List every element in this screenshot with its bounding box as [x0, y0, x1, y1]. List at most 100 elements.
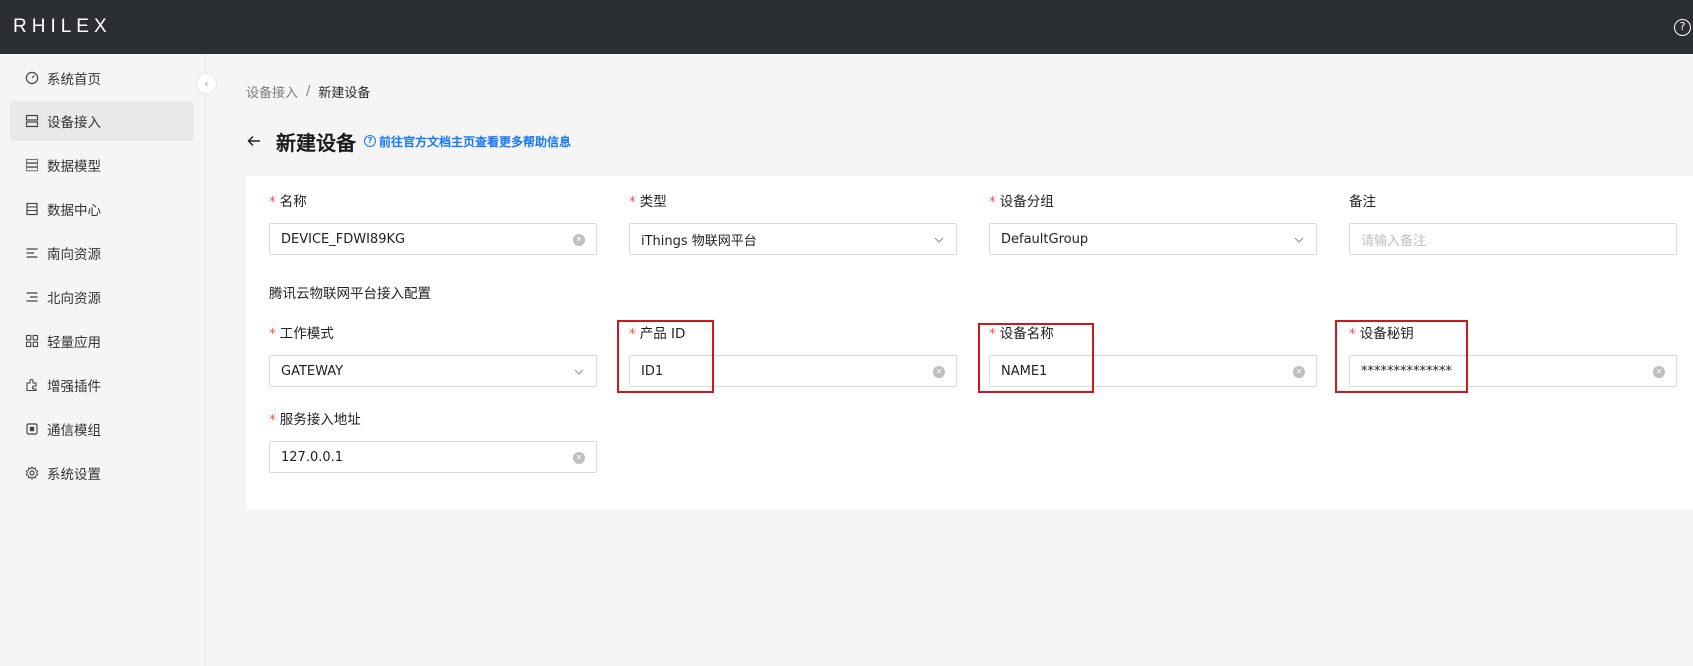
- name-field: * 名称 DEVICE_FDWI89KG ✕: [269, 192, 597, 255]
- group-select[interactable]: DefaultGroup: [989, 223, 1317, 255]
- chevron-down-icon: [934, 237, 944, 243]
- chip-icon: [25, 422, 39, 436]
- mode-value: GATEWAY: [281, 363, 344, 379]
- remark-label: 备注: [1349, 194, 1376, 210]
- name-label: 名称: [279, 194, 307, 210]
- app-logo[interactable]: RHILEX: [13, 16, 112, 38]
- sidebar-item-label: 北向资源: [47, 291, 101, 307]
- name-value: DEVICE_FDWI89KG: [281, 231, 406, 247]
- help-icon[interactable]: ?: [1674, 19, 1691, 36]
- breadcrumb-parent[interactable]: 设备接入: [246, 82, 298, 101]
- required-mark: *: [269, 326, 276, 342]
- clear-icon[interactable]: ✕: [573, 452, 585, 464]
- server-label: 服务接入地址: [279, 412, 361, 428]
- sidebar-item-label: 系统设置: [47, 467, 101, 483]
- chevron-down-icon: [574, 369, 584, 375]
- required-mark: *: [269, 412, 276, 428]
- sidebar-item-apps[interactable]: 轻量应用: [10, 321, 194, 361]
- mode-label: 工作模式: [279, 326, 334, 342]
- sidebar-item-label: 通信模组: [47, 423, 101, 439]
- type-label: 类型: [639, 194, 667, 210]
- product-id-label: 产品 ID: [639, 326, 686, 342]
- remark-placeholder: 请输入备注: [1361, 233, 1427, 249]
- section-title: 腾讯云物联网平台接入配置: [269, 286, 431, 302]
- main-content: 设备接入 / 新建设备 新建设备 ? 前往官方文档主页查看更多帮助信息 * 名称 …: [207, 54, 1693, 666]
- required-mark: *: [629, 326, 636, 342]
- table-icon: [25, 202, 39, 216]
- type-select[interactable]: iThings 物联网平台: [629, 223, 957, 255]
- name-input[interactable]: DEVICE_FDWI89KG ✕: [269, 223, 597, 255]
- sidebar-item-devices[interactable]: 设备接入: [10, 101, 194, 141]
- sidebar-item-label: 轻量应用: [47, 335, 101, 351]
- device-secret-label: 设备秘钥: [1359, 326, 1414, 342]
- device-name-field: * 设备名称 NAME1 ✕: [989, 324, 1317, 387]
- top-header: RHILEX ?: [0, 0, 1693, 54]
- clear-icon[interactable]: ✕: [1293, 366, 1305, 378]
- sidebar-item-label: 数据模型: [47, 159, 101, 175]
- device-name-input[interactable]: NAME1 ✕: [989, 355, 1317, 387]
- chevron-down-icon: [1294, 237, 1304, 243]
- sidebar-item-label: 增强插件: [47, 379, 101, 395]
- sidebar-item-north[interactable]: 北向资源: [10, 277, 194, 317]
- sidebar-item-label: 南向资源: [47, 247, 101, 263]
- align-left-icon: [25, 246, 39, 260]
- database-icon: [25, 158, 39, 172]
- sidebar-item-plugins[interactable]: 增强插件: [10, 365, 194, 405]
- docs-help-text: 前往官方文档主页查看更多帮助信息: [379, 134, 572, 149]
- sidebar-item-home[interactable]: 系统首页: [10, 58, 194, 98]
- sidebar-item-label: 系统首页: [47, 72, 101, 88]
- dashboard-icon: [25, 71, 39, 85]
- page-header: 新建设备 ? 前往官方文档主页查看更多帮助信息: [246, 126, 571, 156]
- mode-field: * 工作模式 GATEWAY: [269, 324, 597, 387]
- mode-select[interactable]: GATEWAY: [269, 355, 597, 387]
- product-id-input[interactable]: ID1 ✕: [629, 355, 957, 387]
- plugin-icon: [25, 378, 39, 392]
- sidebar-item-settings[interactable]: 系统设置: [10, 453, 194, 493]
- breadcrumb-current: 新建设备: [318, 86, 371, 101]
- device-secret-input[interactable]: ************** ✕: [1349, 355, 1677, 387]
- type-field: * 类型 iThings 物联网平台: [629, 192, 957, 255]
- device-name-value: NAME1: [1001, 363, 1048, 379]
- gear-icon: [25, 466, 39, 480]
- type-value: iThings 物联网平台: [641, 233, 757, 249]
- device-secret-value: **************: [1361, 363, 1452, 379]
- device-secret-field: * 设备秘钥 ************** ✕: [1349, 324, 1677, 387]
- sidebar-collapse-button[interactable]: ‹: [196, 73, 217, 94]
- server-field: * 服务接入地址 127.0.0.1 ✕: [269, 410, 597, 473]
- clear-icon[interactable]: ✕: [573, 234, 585, 246]
- device-form-card: * 名称 DEVICE_FDWI89KG ✕ * 类型 iThings 物联网平台 …: [246, 176, 1693, 510]
- apps-icon: [25, 334, 39, 348]
- server-value: 127.0.0.1: [281, 449, 344, 465]
- breadcrumb-separator: /: [306, 84, 311, 99]
- required-mark: *: [269, 194, 276, 210]
- device-icon: [25, 114, 39, 128]
- sidebar-item-label: 设备接入: [47, 115, 101, 131]
- question-circle-icon: ?: [364, 135, 376, 147]
- product-id-value: ID1: [641, 363, 664, 379]
- clear-icon[interactable]: ✕: [933, 366, 945, 378]
- align-right-icon: [25, 290, 39, 304]
- server-input[interactable]: 127.0.0.1 ✕: [269, 441, 597, 473]
- page-title: 新建设备: [276, 130, 356, 155]
- sidebar-item-south[interactable]: 南向资源: [10, 233, 194, 273]
- group-label: 设备分组: [999, 194, 1054, 210]
- sidebar-item-data-center[interactable]: 数据中心: [10, 189, 194, 229]
- docs-help-link[interactable]: ? 前往官方文档主页查看更多帮助信息: [364, 133, 571, 150]
- required-mark: *: [629, 194, 636, 210]
- clear-icon[interactable]: ✕: [1653, 366, 1665, 378]
- back-arrow-icon[interactable]: [246, 133, 262, 149]
- required-mark: *: [989, 194, 996, 210]
- group-value: DefaultGroup: [1001, 231, 1089, 247]
- breadcrumb: 设备接入 / 新建设备: [246, 82, 370, 101]
- remark-field: 备注 请输入备注: [1349, 192, 1677, 255]
- product-id-field: * 产品 ID ID1 ✕: [629, 324, 957, 387]
- sidebar: 系统首页 设备接入 数据模型 数据中心 南向资源 北向资源 轻量应用 增强插件 …: [0, 54, 206, 666]
- required-mark: *: [1349, 326, 1356, 342]
- group-field: * 设备分组 DefaultGroup: [989, 192, 1317, 255]
- sidebar-item-data-model[interactable]: 数据模型: [10, 145, 194, 185]
- sidebar-item-modules[interactable]: 通信模组: [10, 409, 194, 449]
- remark-input[interactable]: 请输入备注: [1349, 223, 1677, 255]
- required-mark: *: [989, 326, 996, 342]
- device-name-label: 设备名称: [999, 326, 1054, 342]
- sidebar-item-label: 数据中心: [47, 203, 101, 219]
